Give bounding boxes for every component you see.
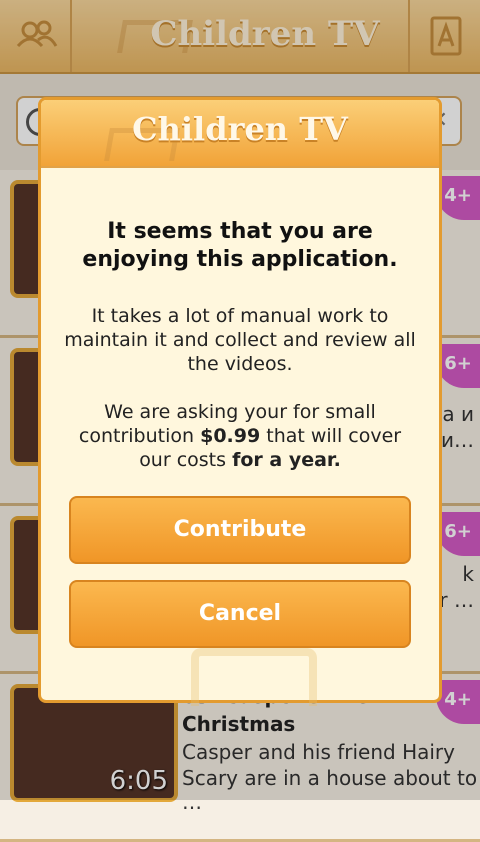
contribute-button[interactable]: Contribute <box>69 496 411 564</box>
contribution-price: $0.99 <box>200 425 261 447</box>
dialog-heading: It seems that you are enjoying this appl… <box>82 219 398 272</box>
crown-watermark-icon <box>191 648 317 706</box>
cancel-button[interactable]: Cancel <box>69 580 411 648</box>
contribution-duration: for a year. <box>232 449 341 471</box>
contribution-dialog: Children TV It seems that you are enjoyi… <box>38 97 442 706</box>
dialog-contribution-message: We are asking your for small contributio… <box>61 400 419 472</box>
dialog-message: It takes a lot of manual work to maintai… <box>64 305 416 375</box>
dialog-header: Children TV <box>41 100 439 168</box>
dialog-title: Children TV <box>132 110 348 148</box>
